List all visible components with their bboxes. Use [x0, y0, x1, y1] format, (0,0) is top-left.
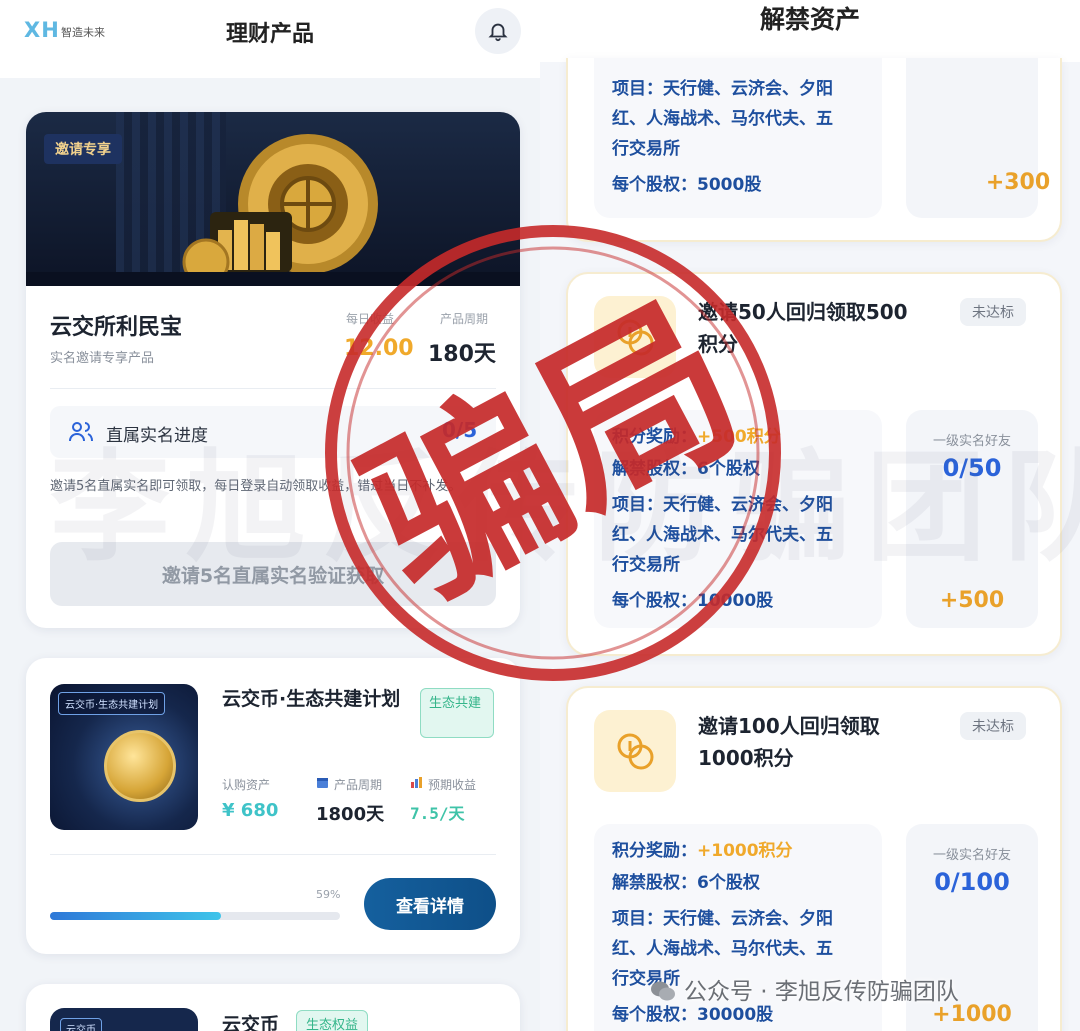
ecosystem-thumbnail: 云交币·生态共建计划	[50, 684, 198, 830]
coin-icon	[104, 730, 176, 802]
unlock-label: 解禁股权：	[612, 873, 697, 893]
buy-asset-label: 认购资产	[222, 778, 271, 792]
ecosystem-tag: 生态权益	[296, 1010, 369, 1031]
progress-percent: 59%	[316, 888, 341, 901]
plus-points: +500	[939, 588, 1005, 613]
unlock-value: 6个股权	[697, 873, 760, 893]
period-label: 产品周期	[334, 778, 383, 792]
product-card-ecosystem[interactable]: 云交币·生态共建计划 云交币·生态共建计划 生态共建 认购资产 产品周期 预期收…	[26, 658, 520, 954]
bell-icon	[488, 23, 508, 42]
notification-button[interactable]	[475, 8, 521, 54]
buy-asset-value: ¥ 680	[222, 800, 279, 821]
wechat-icon	[651, 981, 675, 1001]
product-name: 云交币·生态共建计划	[222, 688, 401, 710]
thumbnail-tag: 云交币·生态共建计划	[58, 692, 166, 715]
coin-thumbnail: 云交币	[50, 1008, 198, 1031]
status-badge: 未达标	[960, 298, 1026, 326]
status-badge: 未达标	[960, 712, 1026, 740]
reward-label: 积分奖励：	[612, 841, 697, 861]
page-title: 理财产品	[225, 22, 314, 47]
thumbnail-tag: 云交币	[60, 1018, 102, 1031]
coin-icon-box	[594, 710, 676, 792]
expected-yield-value: 7.5/天	[410, 804, 465, 823]
task-title-line-2: 1000积分	[698, 746, 794, 770]
project-line-2: 红、人海战术、马尔代夫、五	[612, 109, 833, 129]
task-title: 邀请100人回归领取 1000积分	[698, 710, 942, 774]
project-line-1: 项目：天行健、云济会、夕阳	[612, 79, 833, 99]
product-card-coin[interactable]: 云交币 云交币 生态权益	[26, 984, 520, 1031]
expected-yield-label: 预期收益	[428, 778, 477, 792]
product-subtitle: 实名邀请专享产品	[50, 351, 155, 366]
project-line-1: 项目：天行健、云济会、夕阳	[612, 909, 833, 929]
reward-value: +1000积分	[697, 841, 793, 861]
calendar-icon	[317, 778, 328, 788]
ecosystem-tag: 生态共建	[420, 688, 494, 738]
friend-progress: 0/100	[934, 868, 1010, 896]
equity-value: 30000股	[697, 1005, 774, 1025]
product-name: 云交所利民宝	[50, 315, 183, 340]
task-title-line-1: 邀请100人回归领取	[698, 714, 880, 738]
project-line-3: 行交易所	[612, 139, 680, 159]
project-line-2: 红、人海战术、马尔代夫、五	[612, 939, 833, 959]
friend-label: 一级实名好友	[932, 848, 1011, 863]
view-details-button[interactable]: 查看详情	[364, 878, 496, 930]
product-name: 云交币	[222, 1014, 280, 1031]
subscription-progress-bar	[50, 912, 340, 920]
equity-label: 每个股权：	[612, 1005, 697, 1025]
unlock-card-top: 项目：天行健、云济会、夕阳 红、人海战术、马尔代夫、五 行交易所 每个股权：50…	[566, 58, 1062, 242]
footer-watermark: 公众号 · 李旭反传防骗团队	[684, 979, 959, 1005]
period-value: 1800天	[316, 804, 385, 825]
chart-icon	[411, 777, 422, 788]
equity-label: 每个股权：	[612, 175, 697, 195]
invite-only-tag: 邀请专享	[44, 134, 122, 164]
page-title: 解禁资产	[759, 5, 860, 34]
equity-value: 5000股	[697, 175, 762, 195]
plus-points: +300	[985, 170, 1051, 195]
scam-stamp: 骗局	[325, 225, 781, 681]
left-header: XH 智造未来 理财产品	[0, 0, 540, 78]
divider	[50, 854, 496, 855]
stamp-text: 骗局	[333, 266, 772, 640]
right-header: 解禁资产	[540, 0, 1080, 62]
progress-bar-fill	[50, 912, 222, 920]
coins-icon	[617, 733, 654, 770]
